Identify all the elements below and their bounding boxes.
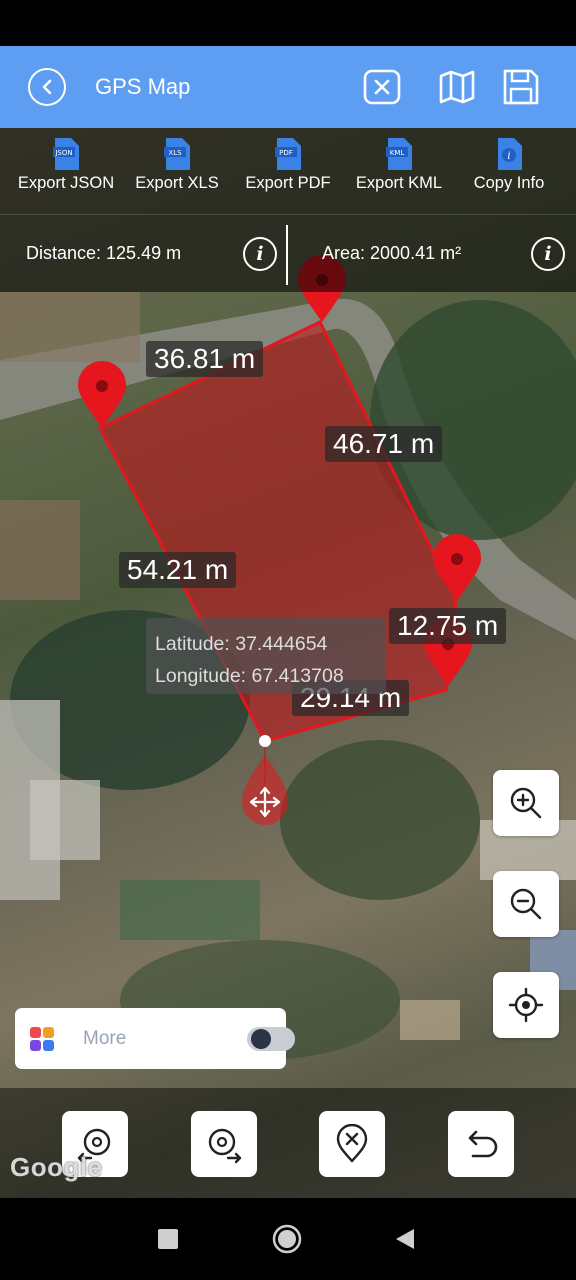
vertex-handle[interactable]	[259, 735, 271, 747]
segment-length-label: 12.75 m	[389, 608, 507, 644]
export-json-button[interactable]: JSON Export JSON	[10, 138, 122, 193]
copy-info-label: Copy Info	[473, 174, 545, 192]
export-xls-label: Export XLS	[135, 174, 219, 192]
export-toolbar: JSON Export JSON XLS Export XLS PDF Expo…	[0, 128, 576, 214]
copy-info-button[interactable]: i Copy Info	[453, 138, 565, 193]
my-location-button[interactable]	[493, 972, 559, 1038]
export-json-label: Export JSON	[17, 174, 115, 192]
rotate-right-button[interactable]	[191, 1111, 257, 1177]
undo-icon	[468, 1130, 498, 1158]
area-info-icon[interactable]: i	[531, 237, 565, 271]
zoom-out-button[interactable]	[493, 871, 559, 937]
svg-text:PDF: PDF	[279, 149, 293, 157]
latitude-text: Latitude: 37.444654	[155, 633, 328, 655]
segment-length-label: 46.71 m	[325, 426, 443, 462]
zoom-in-button[interactable]	[493, 770, 559, 836]
zoom-in-icon	[510, 787, 542, 819]
kml-file-icon: KML	[386, 138, 412, 170]
svg-text:i: i	[507, 151, 510, 162]
more-label: More	[83, 1028, 127, 1049]
zoom-out-icon	[510, 888, 542, 920]
save-icon	[503, 69, 539, 105]
recents-icon[interactable]	[158, 1229, 178, 1249]
coordinate-tooltip: Latitude: 37.444654 Longitude: 67.413708	[146, 618, 386, 694]
map-icon	[439, 70, 475, 104]
export-pdf-button[interactable]: PDF Export PDF	[232, 138, 344, 193]
info-file-icon: i	[498, 138, 522, 170]
pdf-file-icon: PDF	[275, 138, 301, 170]
divider	[286, 225, 288, 285]
back-icon	[42, 79, 52, 95]
distance-text: Distance: 125.49 m	[26, 243, 182, 263]
system-nav-bar	[0, 1198, 576, 1280]
back-button[interactable]	[28, 68, 66, 106]
page-title: GPS Map	[95, 74, 191, 99]
export-kml-button[interactable]: KML Export KML	[343, 138, 455, 193]
svg-text:JSON: JSON	[54, 149, 72, 157]
status-bar	[0, 0, 576, 46]
area-text: Area: 2000.41 m²	[322, 243, 462, 263]
app-bar: GPS Map	[0, 46, 576, 128]
my-location-icon	[508, 987, 544, 1023]
json-file-icon: JSON	[53, 138, 79, 170]
xls-file-icon: XLS	[164, 138, 190, 170]
home-icon[interactable]	[272, 1224, 302, 1254]
segment-length-label: 36.81 m	[146, 341, 264, 377]
delete-point-button[interactable]	[319, 1111, 385, 1177]
apps-grid-icon	[30, 1027, 54, 1051]
export-kml-label: Export KML	[355, 174, 443, 192]
move-handle[interactable]	[242, 755, 288, 825]
toggle-knob	[251, 1029, 271, 1049]
measurement-bar: Distance: 125.49 m i Area: 2000.41 m² i	[0, 214, 576, 292]
svg-text:KML: KML	[390, 149, 405, 157]
map-type-button[interactable]	[436, 66, 478, 108]
longitude-text: Longitude: 67.413708	[155, 665, 344, 687]
undo-button[interactable]	[448, 1111, 514, 1177]
delete-point-icon	[336, 1124, 368, 1163]
rotate-right-icon	[208, 1128, 242, 1164]
close-square-icon	[363, 69, 401, 105]
export-xls-button[interactable]: XLS Export XLS	[121, 138, 233, 193]
segment-length-label: 54.21 m	[119, 552, 237, 588]
save-button[interactable]	[500, 66, 542, 108]
distance-info-icon[interactable]: i	[243, 237, 277, 271]
back-nav-icon[interactable]	[394, 1227, 416, 1251]
more-apps-card[interactable]: More	[15, 1008, 295, 1069]
export-pdf-label: Export PDF	[245, 174, 331, 192]
clear-button[interactable]	[361, 66, 403, 108]
google-attribution: Google	[10, 1152, 103, 1182]
svg-text:XLS: XLS	[168, 149, 182, 157]
